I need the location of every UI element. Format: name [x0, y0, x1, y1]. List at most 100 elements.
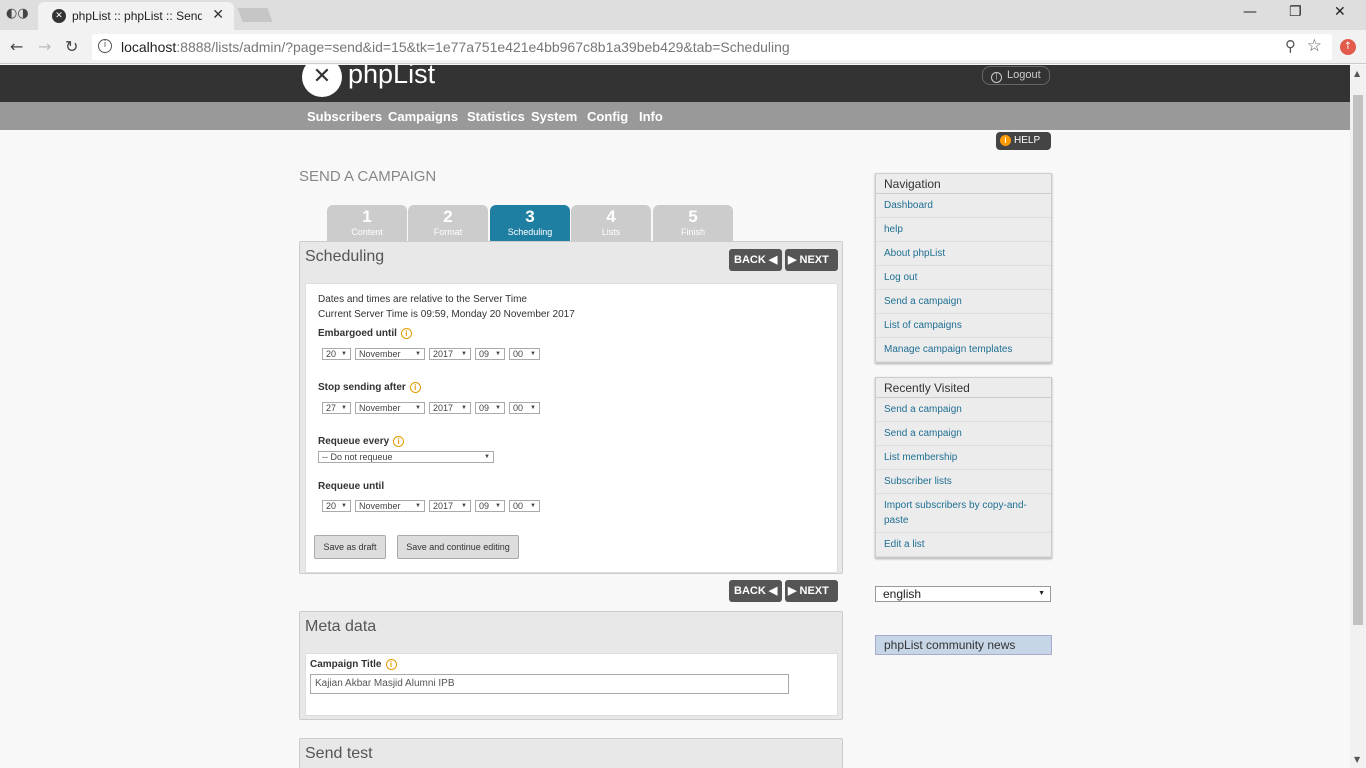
- campaign-title-text: Campaign Title: [310, 659, 382, 670]
- requeue-until-hour-select[interactable]: 09 ▼: [475, 500, 505, 512]
- step-label: Content: [351, 227, 383, 237]
- requeue-until-day-select[interactable]: 20 ▼: [322, 500, 351, 512]
- next-label: NEXT: [799, 254, 829, 266]
- embargo-day-select[interactable]: 20 ▼: [322, 348, 351, 360]
- info-icon[interactable]: i: [98, 39, 112, 53]
- url-text: localhost:8888/lists/admin/?page=send&id…: [121, 39, 790, 55]
- extension-icon[interactable]: ↑: [1340, 39, 1356, 55]
- campaign-title-input[interactable]: Kajian Akbar Masjid Alumni IPB: [310, 674, 789, 694]
- recent-link[interactable]: Subscriber lists: [876, 470, 1051, 494]
- back-arrow-icon[interactable]: ←: [10, 37, 23, 56]
- embargo-hour-select[interactable]: 09 ▼: [475, 348, 505, 360]
- info-icon[interactable]: i: [385, 659, 397, 670]
- logo-text[interactable]: phpList: [348, 65, 435, 90]
- nav-link-send-campaign[interactable]: Send a campaign: [876, 290, 1051, 314]
- bookmark-star-icon[interactable]: ☆: [1307, 36, 1322, 56]
- community-news-header[interactable]: phpList community news: [875, 635, 1052, 655]
- navigation-box: Navigation Dashboard help About phpList …: [875, 173, 1052, 363]
- close-window-icon[interactable]: ✕: [1334, 4, 1346, 20]
- scroll-up-icon[interactable]: ▲: [1354, 69, 1360, 78]
- info-icon[interactable]: i: [393, 436, 405, 447]
- forward-arrow-icon[interactable]: →: [38, 37, 51, 56]
- back-button[interactable]: BACK ◀: [729, 580, 782, 602]
- stop-month-select[interactable]: November ▼: [355, 402, 425, 414]
- select-value: November: [359, 501, 401, 511]
- help-button[interactable]: i HELP: [996, 132, 1051, 150]
- phplist-logo-icon[interactable]: ✕: [302, 65, 342, 97]
- tab-content[interactable]: 1 Content: [327, 205, 407, 241]
- select-value: 09: [479, 403, 490, 413]
- dropdown-arrow-icon: ▼: [530, 351, 536, 357]
- close-tab-icon[interactable]: ✕: [212, 7, 224, 23]
- back-triangle-icon: ◀: [768, 254, 778, 266]
- save-draft-button[interactable]: Save as draft: [314, 535, 386, 559]
- restore-icon[interactable]: ❐: [1289, 4, 1302, 20]
- dropdown-arrow-icon: ▼: [341, 503, 347, 509]
- stop-year-select[interactable]: 2017 ▼: [429, 402, 471, 414]
- menu-info[interactable]: Info: [639, 109, 663, 124]
- menu-system[interactable]: System: [531, 109, 577, 124]
- help-label: HELP: [1014, 135, 1041, 146]
- embargo-month-select[interactable]: November ▼: [355, 348, 425, 360]
- address-bar[interactable]: i localhost:8888/lists/admin/?page=send&…: [92, 34, 1332, 60]
- dropdown-arrow-icon: ▼: [1038, 590, 1045, 597]
- reload-icon[interactable]: ↻: [65, 37, 78, 56]
- incognito-icon: ◐◑: [6, 6, 29, 21]
- recent-link[interactable]: List membership: [876, 446, 1051, 470]
- nav-link-list-campaigns[interactable]: List of campaigns: [876, 314, 1051, 338]
- requeue-select[interactable]: -- Do not requeue ▼: [318, 451, 494, 463]
- panel-title: Scheduling: [305, 248, 385, 265]
- back-button[interactable]: BACK ◀: [729, 249, 782, 271]
- step-label: Finish: [680, 227, 705, 237]
- dropdown-arrow-icon: ▼: [415, 405, 421, 411]
- tab-lists[interactable]: 4 Lists: [571, 205, 651, 241]
- new-tab-button[interactable]: [237, 8, 273, 22]
- menu-campaigns[interactable]: Campaigns: [388, 109, 458, 124]
- info-icon[interactable]: i: [409, 382, 421, 393]
- requeue-until-minute-select[interactable]: 00 ▼: [509, 500, 540, 512]
- language-select[interactable]: english ▼: [875, 586, 1051, 602]
- nav-link-dashboard[interactable]: Dashboard: [876, 194, 1051, 218]
- tab-format[interactable]: 2 Format: [408, 205, 488, 241]
- menu-config[interactable]: Config: [587, 109, 628, 124]
- back-label: BACK: [734, 585, 766, 597]
- nav-link-help[interactable]: help: [876, 218, 1051, 242]
- stop-minute-select[interactable]: 00 ▼: [509, 402, 540, 414]
- minimize-icon[interactable]: —: [1243, 4, 1257, 20]
- nav-link-logout[interactable]: Log out: [876, 266, 1051, 290]
- recent-link[interactable]: Edit a list: [876, 533, 1051, 557]
- embargo-year-select[interactable]: 2017 ▼: [429, 348, 471, 360]
- scroll-down-icon[interactable]: ▼: [1354, 755, 1360, 764]
- zoom-icon[interactable]: ⚲: [1285, 37, 1296, 55]
- tab-scheduling[interactable]: 3 Scheduling: [490, 205, 570, 241]
- embargo-minute-select[interactable]: 00 ▼: [509, 348, 540, 360]
- browser-tab[interactable]: ✕ phpList :: phpList :: Send ✕: [38, 2, 234, 30]
- requeue-until-month-select[interactable]: November ▼: [355, 500, 425, 512]
- stop-day-select[interactable]: 27 ▼: [322, 402, 351, 414]
- scrollbar-thumb[interactable]: [1353, 95, 1363, 625]
- logout-button[interactable]: | Logout: [982, 66, 1050, 85]
- stop-hour-select[interactable]: 09 ▼: [475, 402, 505, 414]
- recent-link[interactable]: Send a campaign: [876, 422, 1051, 446]
- recent-link[interactable]: Send a campaign: [876, 398, 1051, 422]
- nav-link-about[interactable]: About phpList: [876, 242, 1051, 266]
- tab-finish[interactable]: 5 Finish: [653, 205, 733, 241]
- panel-title: Meta data: [305, 618, 377, 635]
- save-continue-button[interactable]: Save and continue editing: [397, 535, 519, 559]
- recent-link[interactable]: Import subscribers by copy-and-paste: [876, 494, 1051, 533]
- info-icon: i: [1000, 135, 1011, 146]
- dropdown-arrow-icon: ▼: [495, 405, 501, 411]
- next-button[interactable]: ▶ NEXT: [785, 580, 838, 602]
- step-label: Format: [433, 227, 463, 237]
- page-scrollbar[interactable]: ▲ ▼: [1350, 65, 1366, 768]
- menu-statistics[interactable]: Statistics: [467, 109, 525, 124]
- step-number: 1: [362, 207, 372, 226]
- recently-visited-title: Recently Visited: [876, 378, 1051, 398]
- next-button[interactable]: ▶ NEXT: [785, 249, 838, 271]
- nav-link-templates[interactable]: Manage campaign templates: [876, 338, 1051, 362]
- requeue-until-year-select[interactable]: 2017 ▼: [429, 500, 471, 512]
- menu-subscribers[interactable]: Subscribers: [307, 109, 382, 124]
- meta-data-panel: Meta data Campaign Title i Kajian Akbar M…: [299, 611, 843, 720]
- info-icon[interactable]: i: [400, 328, 412, 339]
- select-value: 00: [513, 403, 524, 413]
